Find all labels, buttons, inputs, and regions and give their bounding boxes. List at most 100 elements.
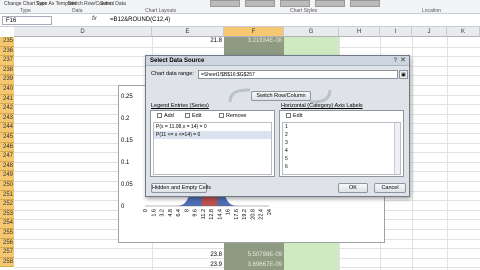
- cell-f257[interactable]: 5.50798E-09: [224, 251, 284, 261]
- row-header[interactable]: 245: [0, 133, 14, 143]
- chart-data-range-input[interactable]: =Sheet1!$B$16:$G$257: [198, 70, 398, 79]
- row-header[interactable]: 237: [0, 56, 14, 66]
- row-header[interactable]: 249: [0, 171, 14, 181]
- remove-series-button[interactable]: Remove: [219, 113, 246, 119]
- row-header[interactable]: 238: [0, 65, 14, 76]
- select-data-ribbon-button[interactable]: Select Data: [100, 1, 126, 8]
- x-tick-label: 1.6: [151, 209, 157, 217]
- list-item[interactable]: 3: [283, 139, 400, 147]
- list-item[interactable]: 1: [283, 123, 400, 131]
- gridline: [412, 37, 413, 270]
- row-header[interactable]: 250: [0, 181, 14, 191]
- switch-row-column-button[interactable]: Switch Row/Column: [251, 91, 311, 101]
- chart-style-thumb[interactable]: [315, 0, 345, 7]
- list-item[interactable]: 6: [283, 163, 400, 171]
- formula-bar: F16 fx =B12&ROUND(C12,4): [0, 14, 480, 27]
- fx-icon[interactable]: fx: [92, 16, 97, 22]
- column-header-k[interactable]: K: [447, 27, 480, 37]
- column-header-h[interactable]: H: [339, 27, 380, 37]
- row-header[interactable]: 246: [0, 142, 14, 153]
- scrollbar[interactable]: [394, 123, 400, 174]
- row-header[interactable]: 247: [0, 152, 14, 162]
- x-tick-label: 14.4: [217, 209, 223, 220]
- close-icon[interactable]: ✕: [400, 56, 406, 66]
- row-header[interactable]: 236: [0, 46, 14, 57]
- x-tick-label: 19.2: [242, 209, 248, 220]
- add-label: Add: [164, 113, 174, 119]
- legend-entries-list[interactable]: P(x = 11.08,x = 14) = 0 P(11 <= x <=14) …: [153, 122, 272, 175]
- list-item[interactable]: P(x = 11.08,x = 14) = 0: [154, 123, 271, 131]
- row-header[interactable]: 254: [0, 219, 14, 229]
- axis-labels-pane: Edit 1 2 3 4 5 6: [279, 110, 404, 177]
- list-item[interactable]: 5: [283, 155, 400, 163]
- row-header[interactable]: 252: [0, 200, 14, 210]
- list-item[interactable]: 4: [283, 147, 400, 155]
- y-tick-label: 0.15: [121, 138, 133, 144]
- row-header[interactable]: 255: [0, 229, 14, 239]
- remove-icon: [219, 113, 224, 119]
- cell-f235[interactable]: 3.21934E-08: [224, 37, 284, 47]
- edit-series-button[interactable]: Edit: [185, 113, 201, 119]
- column-header-e[interactable]: E: [152, 27, 224, 37]
- add-series-button[interactable]: Add: [157, 113, 174, 119]
- legend-entries-pane: Add Edit Remove P(x = 11.08,x = 14) = 0 …: [150, 110, 275, 177]
- x-tick-label: 8: [184, 209, 190, 212]
- collapse-dialog-icon[interactable]: ▣: [399, 70, 408, 79]
- ok-button[interactable]: OK: [338, 183, 368, 193]
- row-header[interactable]: 235: [0, 37, 14, 47]
- row-header[interactable]: 257: [0, 248, 14, 258]
- axis-labels-list[interactable]: 1 2 3 4 5 6: [282, 122, 401, 175]
- cancel-button[interactable]: Cancel: [374, 183, 406, 193]
- chart-style-thumb[interactable]: [280, 0, 310, 7]
- x-tick-label: 16: [226, 209, 232, 215]
- row-header[interactable]: 241: [0, 94, 14, 105]
- list-item[interactable]: P(11 <= x <=14) = 0: [154, 131, 271, 139]
- formula-input[interactable]: =B12&ROUND(C12,4): [110, 16, 170, 25]
- hidden-empty-cells-button[interactable]: Hidden and Empty Cells: [151, 183, 211, 193]
- row-header[interactable]: 239: [0, 75, 14, 85]
- y-tick-label: 0.25: [121, 94, 133, 100]
- chart-style-thumb[interactable]: [245, 0, 275, 7]
- column-header-j[interactable]: J: [412, 27, 447, 37]
- edit-icon: [185, 113, 190, 119]
- column-header-g[interactable]: G: [284, 27, 339, 37]
- dialog-title: Select Data Source: [146, 56, 409, 66]
- y-tick-label: 0.1: [121, 160, 130, 166]
- row-header[interactable]: 243: [0, 113, 14, 124]
- legend-entries-label: Legend Entries (Series): [151, 103, 209, 109]
- x-tick-label: 17.6: [234, 209, 240, 220]
- column-header-d[interactable]: D: [14, 27, 152, 37]
- cell-e257[interactable]: 23.8: [152, 251, 224, 261]
- chart-data-range-label: Chart data range:: [151, 71, 194, 77]
- x-tick-label: 12.8: [209, 209, 215, 220]
- edit-axis-button[interactable]: Edit: [286, 113, 302, 119]
- row-header[interactable]: 256: [0, 238, 14, 249]
- y-tick-label: 0.2: [121, 116, 130, 122]
- column-header-i[interactable]: I: [380, 27, 412, 37]
- row-header[interactable]: 248: [0, 161, 14, 172]
- column-header-f[interactable]: F: [224, 27, 284, 37]
- x-tick-label: 11.2: [201, 209, 207, 219]
- x-tick-label: 24: [267, 209, 273, 215]
- y-tick-label: 0.05: [121, 182, 133, 188]
- remove-label: Remove: [226, 113, 247, 119]
- row-header[interactable]: 242: [0, 104, 14, 114]
- name-box[interactable]: F16: [2, 16, 52, 25]
- row-header[interactable]: 240: [0, 85, 14, 95]
- x-tick-label: 4.8: [168, 209, 174, 217]
- chart-style-thumb[interactable]: [210, 0, 240, 7]
- list-item[interactable]: 2: [283, 131, 400, 139]
- x-tick-label: 0: [143, 209, 149, 212]
- row-header[interactable]: 251: [0, 190, 14, 201]
- cell-f258[interactable]: 3.69667E-09: [224, 260, 284, 270]
- row-header[interactable]: 244: [0, 123, 14, 133]
- help-icon[interactable]: ?: [394, 56, 397, 66]
- cell-e258[interactable]: 23.9: [152, 261, 224, 270]
- row-header[interactable]: 253: [0, 209, 14, 220]
- cell-e235[interactable]: 21.8: [152, 37, 224, 47]
- row-header[interactable]: 258: [0, 257, 14, 268]
- chart-style-thumb[interactable]: [350, 0, 380, 7]
- ribbon: Change Chart Type Save As Template Switc…: [0, 0, 480, 14]
- x-tick-label: 20.8: [250, 209, 256, 220]
- edit-label: Edit: [192, 113, 202, 119]
